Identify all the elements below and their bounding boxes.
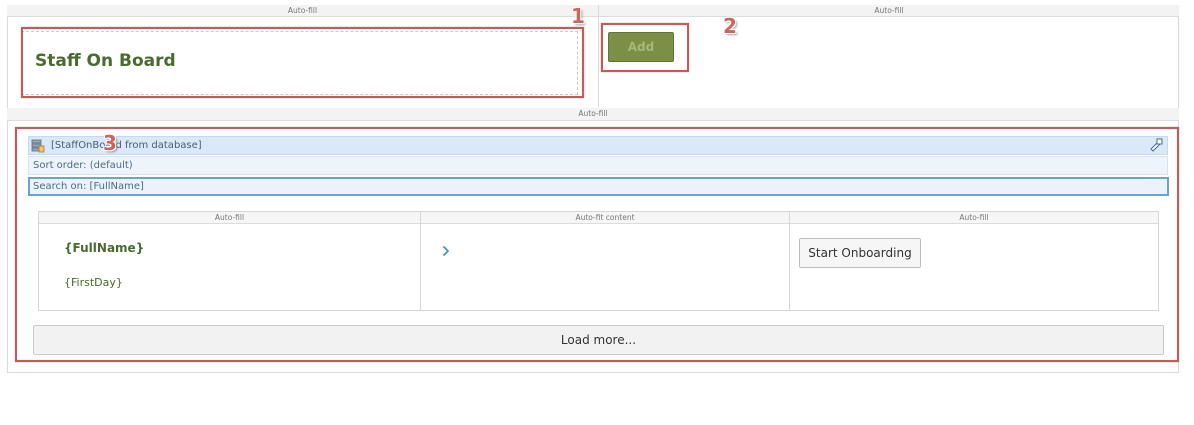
cell-width-label: Auto-fill — [599, 5, 1179, 17]
row-width-label: Auto-fill — [7, 108, 1179, 121]
cell-width-label: Auto-fill — [7, 5, 598, 17]
annotation-number-2: 2 — [723, 14, 737, 38]
annotation-box-3 — [15, 127, 1179, 362]
annotation-number-1: 1 — [571, 4, 585, 28]
annotation-box-1 — [21, 27, 584, 98]
annotation-number-3: 3 — [103, 131, 117, 155]
annotation-box-2 — [601, 23, 689, 72]
